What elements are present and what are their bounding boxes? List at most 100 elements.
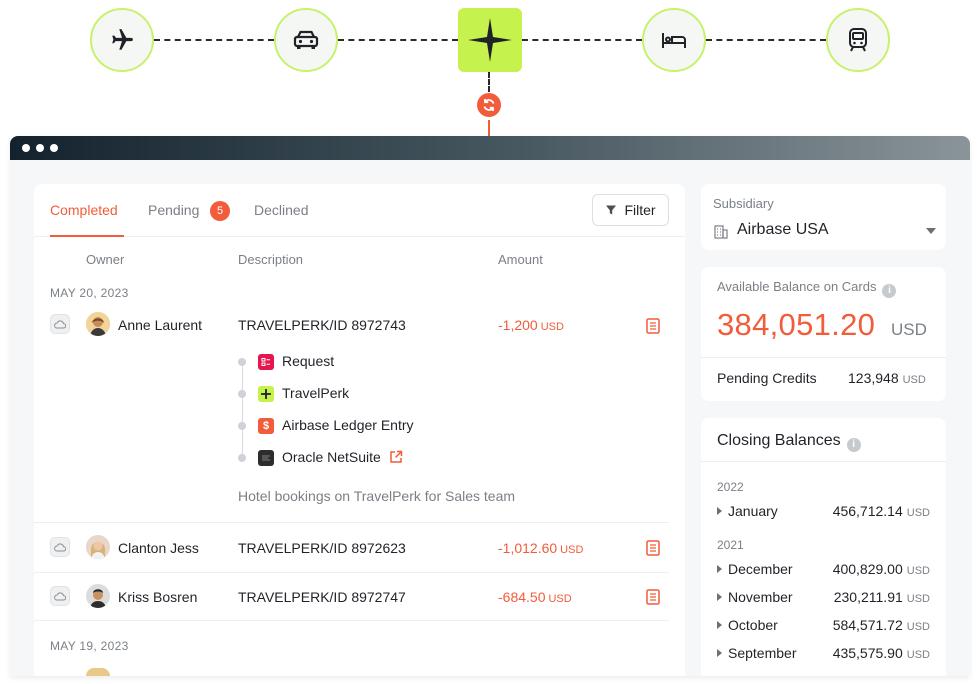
divider (701, 357, 946, 358)
month-row-october[interactable]: October (717, 617, 778, 633)
bed-icon (642, 8, 706, 72)
month-currency: USD (906, 507, 930, 519)
pending-credits-amount: 123,948 (848, 370, 899, 386)
month-currency: USD (906, 649, 930, 661)
pending-count-badge: 5 (210, 201, 230, 221)
month-row-september[interactable]: September (717, 645, 796, 661)
chevron-right-icon (717, 621, 722, 629)
column-header-owner[interactable]: Owner (86, 252, 124, 267)
month-amount: 230,211.91 (833, 589, 903, 605)
status-tabs: Completed Pending 5 Declined Filter (34, 184, 685, 237)
month-row-december[interactable]: December (717, 561, 793, 577)
divider (701, 461, 946, 462)
filter-icon (606, 205, 617, 215)
integration-flow (0, 0, 980, 140)
balance-currency: USD (891, 320, 927, 339)
step-dot (238, 390, 246, 398)
flow-connector (154, 39, 274, 41)
month-value: 230,211.91 USD (834, 589, 930, 605)
step-label: Request (282, 353, 335, 369)
month-amount: 456,712.14 (832, 503, 903, 519)
month-name: January (728, 503, 778, 519)
chevron-right-icon (717, 565, 722, 573)
avatar (86, 535, 110, 559)
transaction-description: TRAVELPERK/ID 8972747 (238, 589, 406, 605)
pending-credits-currency: USD (902, 374, 926, 386)
balance-value: 384,051.20 (717, 307, 876, 342)
month-value: 584,571.72 USD (833, 617, 930, 633)
owner-name: Clanton Jess (118, 540, 199, 556)
amount-value: -1,200 (498, 317, 538, 333)
info-icon[interactable]: i (882, 283, 897, 298)
month-value: 456,712.14 USD (833, 503, 930, 519)
netsuite-label: Oracle NetSuite (282, 449, 381, 465)
window-control-dot[interactable] (50, 144, 58, 152)
step-travelperk: TravelPerk (238, 384, 478, 404)
filter-button[interactable]: Filter (592, 194, 669, 226)
year-label: 2022 (717, 480, 744, 494)
month-currency: USD (906, 593, 930, 605)
receipt-icon[interactable] (646, 318, 660, 334)
pending-credits-label: Pending Credits (717, 370, 817, 386)
date-group-label: MAY 19, 2023 (50, 639, 129, 653)
month-row-january[interactable]: January (717, 503, 778, 519)
transaction-row[interactable]: Clanton Jess TRAVELPERK/ID 8972623 -1,01… (34, 523, 685, 571)
external-link-icon[interactable] (389, 450, 403, 464)
step-request: Request (238, 352, 478, 372)
column-header-amount[interactable]: Amount (498, 252, 543, 267)
netsuite-icon (258, 450, 274, 466)
avatar (86, 312, 110, 336)
receipt-icon[interactable] (646, 589, 660, 605)
window-titlebar (10, 136, 970, 160)
transaction-note: Hotel bookings on TravelPerk for Sales t… (238, 488, 516, 504)
flow-connector-vertical (488, 72, 490, 92)
avatar (86, 584, 110, 608)
cloud-sync-icon (50, 314, 70, 334)
chevron-right-icon (717, 593, 722, 601)
month-amount: 400,829.00 (832, 561, 903, 577)
row-divider (34, 620, 669, 621)
amount-currency: USD (540, 321, 564, 333)
tab-pending[interactable]: Pending (148, 202, 199, 218)
info-icon[interactable]: i (846, 437, 861, 452)
receipt-icon[interactable] (646, 540, 660, 556)
step-dot (238, 422, 246, 430)
steps-line (242, 362, 243, 460)
month-currency: USD (906, 621, 930, 633)
month-value: 435,575.90 USD (833, 645, 930, 661)
avatar (86, 668, 110, 676)
step-label: TravelPerk (282, 385, 350, 401)
closing-balances-title: Closing Balances i (717, 432, 861, 452)
step-netsuite: Oracle NetSuite (238, 448, 478, 468)
subsidiary-selector[interactable]: Subsidiary Airbase USA (701, 184, 946, 250)
train-icon (826, 8, 890, 72)
tab-completed[interactable]: Completed (50, 202, 118, 218)
transaction-amount: -1,200 USD (498, 317, 564, 333)
sync-icon (477, 93, 501, 117)
transaction-description: TRAVELPERK/ID 8972743 (238, 317, 406, 333)
amount-currency: USD (560, 544, 584, 556)
year-label: 2021 (717, 538, 744, 552)
month-currency: USD (906, 565, 930, 577)
month-name: October (728, 617, 778, 633)
chevron-down-icon (926, 228, 936, 234)
window-control-dot[interactable] (22, 144, 30, 152)
month-name: September (728, 645, 797, 661)
transaction-row[interactable]: Kriss Bosren TRAVELPERK/ID 8972747 -684.… (34, 572, 685, 620)
step-dot (238, 454, 246, 462)
month-row-november[interactable]: November (717, 589, 793, 605)
subsidiary-value: Airbase USA (737, 221, 829, 238)
request-icon (258, 354, 274, 370)
step-ledger: $ Airbase Ledger Entry (238, 416, 478, 436)
subsidiary-label: Subsidiary (713, 196, 774, 211)
transactions-panel: Completed Pending 5 Declined Filter Owne… (34, 184, 685, 676)
tab-declined[interactable]: Declined (254, 202, 308, 218)
column-header-description[interactable]: Description (238, 252, 303, 267)
active-tab-indicator (50, 235, 124, 237)
app-window: Completed Pending 5 Declined Filter Owne… (10, 136, 970, 676)
balance-card: Available Balance on Cards i 384,051.20 U… (701, 267, 946, 401)
closing-balances-card: Closing Balances i 2022 January 456,712.1… (701, 418, 946, 676)
window-control-dot[interactable] (36, 144, 44, 152)
transaction-description: TRAVELPERK/ID 8972623 (238, 540, 406, 556)
cloud-sync-icon (50, 586, 70, 606)
